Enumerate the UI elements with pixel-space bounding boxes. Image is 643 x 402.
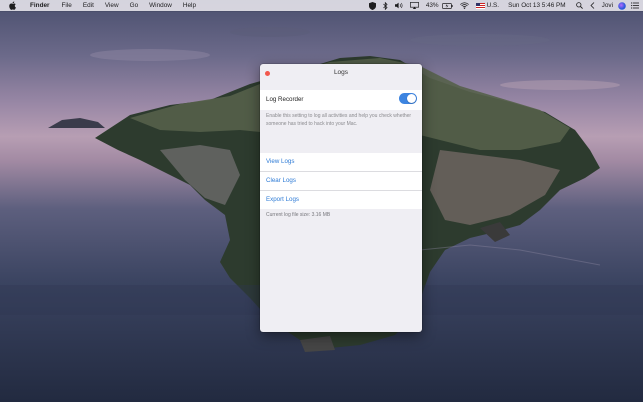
apple-logo-icon[interactable] <box>9 1 16 10</box>
log-recorder-toggle[interactable] <box>399 93 417 104</box>
list-item[interactable]: View Logs <box>260 153 422 172</box>
log-recorder-row: Log Recorder <box>260 90 422 110</box>
menu-bar: Finder File Edit View Go Window Help 43%… <box>0 0 643 11</box>
wifi-icon[interactable] <box>459 2 469 9</box>
log-actions-group: View Logs Clear Logs Export Logs <box>260 153 422 209</box>
input-source-label[interactable]: U.S. <box>487 2 499 9</box>
window-title: Logs <box>333 69 349 76</box>
datetime-label[interactable]: Sun Oct 13 5:46 PM <box>508 2 566 9</box>
chevron-left-icon[interactable] <box>590 2 595 9</box>
battery-percent[interactable]: 43% <box>426 2 439 9</box>
logs-window: Logs Log Recorder Enable this setting to… <box>260 64 422 332</box>
log-recorder-description: Enable this setting to log all activitie… <box>266 113 412 127</box>
battery-icon[interactable] <box>441 2 453 9</box>
menu-edit[interactable]: Edit <box>83 2 94 9</box>
menu-app-name[interactable]: Finder <box>30 2 50 9</box>
menu-view[interactable]: View <box>105 2 119 9</box>
toggle-knob <box>407 94 416 103</box>
log-recorder-label: Log Recorder <box>266 96 304 103</box>
log-recorder-group: Log Recorder <box>260 90 422 110</box>
spotlight-search-icon[interactable] <box>575 2 583 9</box>
user-name[interactable]: Jovi <box>602 2 613 9</box>
clear-logs-link[interactable]: Clear Logs <box>266 177 296 184</box>
notification-center-icon[interactable] <box>631 2 639 9</box>
window-titlebar[interactable]: Logs <box>260 64 422 84</box>
menu-file[interactable]: File <box>62 2 72 9</box>
shield-icon[interactable] <box>368 1 376 10</box>
menu-help[interactable]: Help <box>183 2 196 9</box>
log-file-size: Current log file size: 3.16 MB <box>266 212 331 218</box>
bluetooth-icon[interactable] <box>383 1 388 10</box>
export-logs-link[interactable]: Export Logs <box>266 196 299 203</box>
volume-icon[interactable] <box>394 2 403 9</box>
us-flag-icon[interactable] <box>475 2 485 9</box>
airplay-icon[interactable] <box>409 2 419 9</box>
siri-icon[interactable] <box>618 1 626 10</box>
menu-window[interactable]: Window <box>149 2 172 9</box>
menu-go[interactable]: Go <box>130 2 139 9</box>
list-item[interactable]: Clear Logs <box>260 172 422 191</box>
view-logs-link[interactable]: View Logs <box>266 158 294 165</box>
list-item[interactable]: Export Logs <box>260 191 422 209</box>
